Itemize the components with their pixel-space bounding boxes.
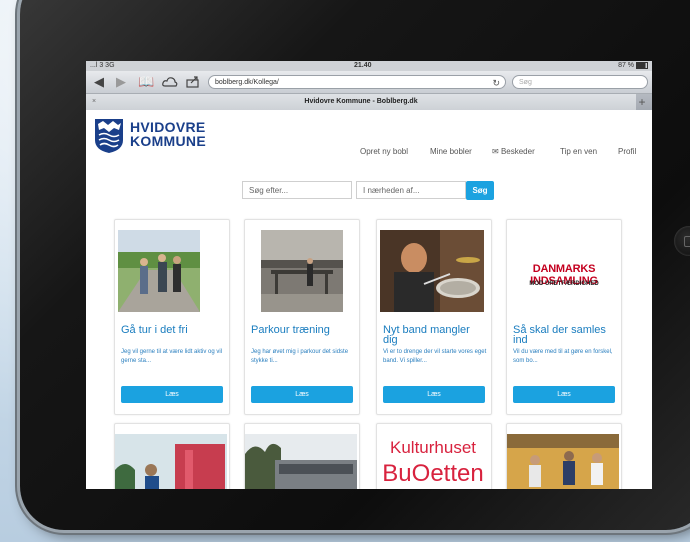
festival-photo (115, 434, 227, 489)
card-description: Vi er to drenge der vil starte vores ege… (383, 349, 487, 364)
read-button[interactable]: Læs (383, 386, 485, 403)
card-title[interactable]: Så skal der samles ind (513, 325, 617, 346)
bobl-card[interactable]: Kulturhuset BuOetten (376, 423, 492, 489)
bobl-card[interactable] (506, 423, 622, 489)
status-bar: ...l 3 3G 21.40 87 % (86, 61, 652, 71)
share-icon[interactable] (186, 75, 200, 88)
forward-arrow-icon[interactable]: ▶ (116, 74, 126, 90)
site-header: HVIDOVRE KOMMUNE Opret ny bobl Mine bobl… (86, 110, 652, 170)
bobl-card[interactable]: Parkour træning Jeg har øvet mig i parko… (244, 219, 360, 415)
home-square-icon (684, 236, 690, 247)
read-button[interactable]: Læs (121, 386, 223, 403)
danmarks-indsamling-image: DANMARKS INDSAMLING MOD URETFÆRDIGHED (509, 230, 619, 312)
building-photo (245, 434, 357, 489)
bookmarks-icon[interactable]: 📖 (138, 74, 154, 90)
card-title[interactable]: Gå tur i det fri (121, 325, 225, 336)
battery-indicator: 87 % (618, 61, 648, 71)
card-description: Jeg vil gerne til at være lidt aktiv og … (121, 349, 223, 364)
card-description: Jeg har øvet mig i parkour det sidste st… (251, 349, 349, 364)
mail-icon: ✉ (492, 147, 499, 156)
signal-indicator: ...l 3 3G (90, 62, 115, 69)
ipad-screen: ...l 3 3G 21.40 87 % ◀ ▶ 📖 boblberg.dk/K… (86, 61, 652, 489)
walking-photo (118, 230, 200, 312)
cloud-icon[interactable] (162, 76, 178, 88)
bobl-card[interactable] (114, 423, 230, 489)
home-button[interactable] (674, 226, 690, 256)
read-button[interactable]: Læs (513, 386, 615, 403)
nav-beskeder[interactable]: ✉ Beskeder (492, 147, 535, 156)
bobl-card[interactable] (244, 423, 360, 489)
drummer-photo (380, 230, 484, 312)
card-description: Vil du være med til at gøre en forskel, … (513, 349, 613, 364)
kulturhuset-logo-image: Kulturhuset BuOetten (377, 432, 489, 489)
nav-mine-bobler[interactable]: Mine bobler (430, 147, 472, 156)
nav-opret-ny-bobl[interactable]: Opret ny bobl (360, 147, 408, 156)
bobl-card[interactable]: Nyt band mangler dig Vi er to drenge der… (376, 219, 492, 415)
search-button[interactable]: Søg (466, 181, 494, 200)
active-tab[interactable]: × Hvidovre Kommune - Boblberg.dk (86, 94, 636, 110)
close-tab-icon[interactable]: × (92, 94, 96, 110)
url-field[interactable]: boblberg.dk/Kollega/ ↻ (208, 75, 506, 89)
card-title[interactable]: Nyt band mangler dig (383, 325, 487, 346)
back-arrow-icon[interactable]: ◀ (94, 74, 104, 90)
new-tab-icon[interactable]: + (635, 94, 649, 110)
sports-photo (507, 434, 619, 489)
reload-icon[interactable]: ↻ (492, 76, 500, 90)
tab-bar: × Hvidovre Kommune - Boblberg.dk + (86, 94, 652, 110)
browser-toolbar: ◀ ▶ 📖 boblberg.dk/Kollega/ ↻ Søg (86, 71, 652, 94)
site-search-row: Søg efter... I nærheden af... Søg (86, 181, 652, 201)
brand-name[interactable]: HVIDOVRE KOMMUNE (130, 120, 206, 148)
hvidovre-coat-of-arms-logo[interactable] (94, 118, 124, 154)
read-button[interactable]: Læs (251, 386, 353, 403)
bobl-card[interactable]: Gå tur i det fri Jeg vil gerne til at væ… (114, 219, 230, 415)
nav-profil[interactable]: Profil (618, 147, 636, 156)
search-near-input[interactable]: I nærheden af... (356, 181, 466, 199)
card-title[interactable]: Parkour træning (251, 325, 355, 336)
parkour-photo (261, 230, 343, 312)
clock: 21.40 (354, 62, 372, 69)
browser-search-field[interactable]: Søg (512, 75, 648, 89)
search-what-input[interactable]: Søg efter... (242, 181, 352, 199)
bobl-card[interactable]: DANMARKS INDSAMLING MOD URETFÆRDIGHED Så… (506, 219, 622, 415)
nav-tip-en-ven[interactable]: Tip en ven (560, 147, 597, 156)
battery-icon (636, 61, 648, 69)
